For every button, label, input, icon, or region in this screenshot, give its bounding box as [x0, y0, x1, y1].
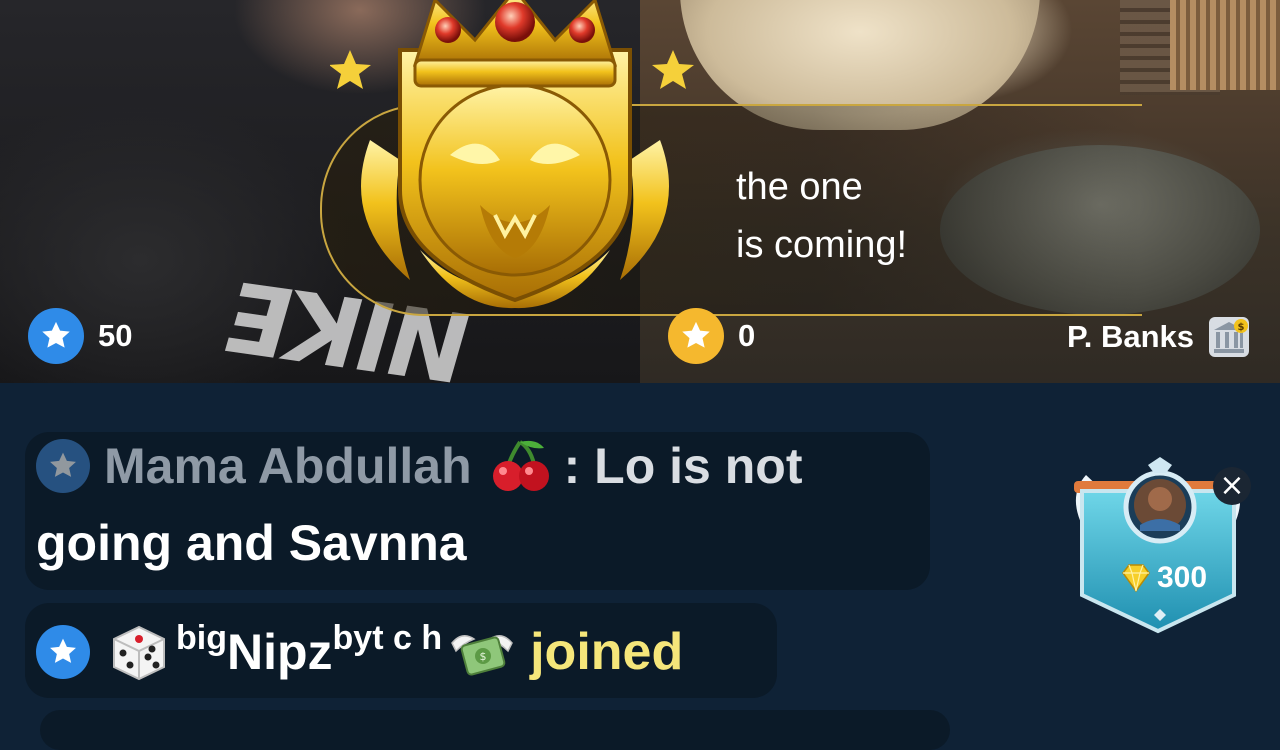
diamond-icon — [1122, 564, 1150, 593]
bank-icon: $ — [1209, 317, 1249, 357]
dice-icon — [113, 625, 165, 681]
chat-join-line: big Nipz byt c h $ joined — [36, 617, 683, 687]
svg-text:$: $ — [480, 650, 487, 663]
host-name-tag[interactable]: P. Banks $ — [1067, 315, 1252, 359]
right-score[interactable]: 0 — [668, 308, 755, 364]
right-score-value: 0 — [738, 318, 756, 353]
chat-message-text-continued: going and Savnna — [36, 515, 467, 571]
radiator-background — [1170, 0, 1280, 90]
star-icon — [668, 308, 724, 364]
username[interactable]: Nipz — [227, 623, 333, 681]
chat-message-partial[interactable] — [40, 710, 950, 750]
chat-message-line: Mama Abdullah : Lo is not — [36, 438, 802, 494]
flying-money-icon: $ — [451, 635, 513, 676]
arrival-line-1: the one — [736, 166, 863, 208]
left-score[interactable]: 50 — [28, 308, 132, 364]
reward-amount-value: 300 — [1156, 561, 1208, 594]
left-score-value: 50 — [98, 318, 133, 353]
join-action-text: joined — [530, 623, 684, 681]
username-suffix: byt c h — [332, 619, 443, 657]
chat-message-text: : Lo is not — [563, 438, 803, 494]
svg-text:$: $ — [1238, 322, 1245, 333]
arrival-banner-text: the one is coming! — [736, 158, 1036, 274]
reward-amount: 300 — [1108, 558, 1218, 598]
host-name: P. Banks — [1067, 319, 1194, 354]
star-icon — [36, 439, 90, 493]
golden-crown-lion-badge-icon — [330, 0, 694, 309]
star-icon — [28, 308, 84, 364]
star-icon — [36, 625, 90, 679]
close-icon[interactable]: × — [1213, 467, 1251, 505]
username-prefix: big — [176, 619, 227, 657]
cherry-icon — [492, 440, 549, 491]
chat-sender-name[interactable]: Mama Abdullah — [104, 437, 472, 495]
arrival-line-2: is coming! — [736, 224, 908, 266]
